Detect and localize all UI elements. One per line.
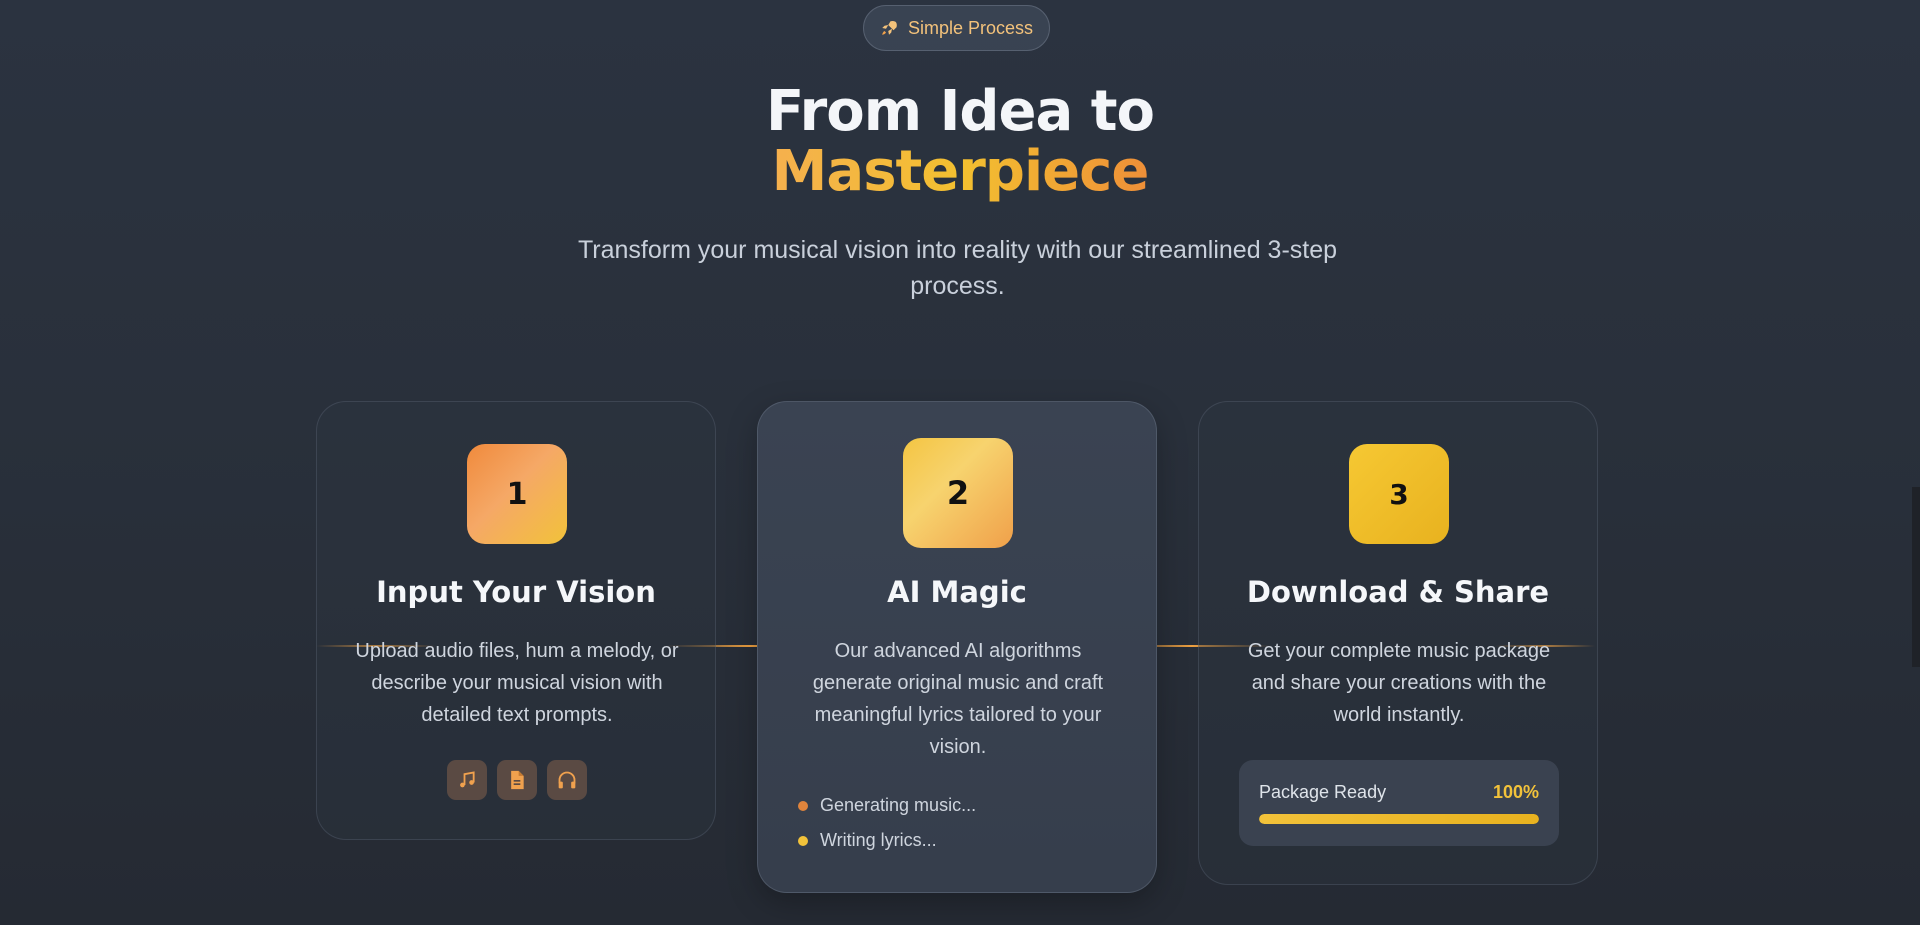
- package-label: Package Ready: [1259, 782, 1387, 802]
- page-scrollbar[interactable]: [1912, 487, 1920, 667]
- heading-highlight: Masterpiece: [771, 139, 1150, 204]
- status-label: Writing lyrics...: [820, 830, 937, 850]
- status-dot: [798, 835, 808, 846]
- step-number-3: 3: [1349, 444, 1449, 544]
- status-writing-lyrics: Writing lyrics...: [798, 830, 937, 851]
- music-note-icon[interactable]: [447, 760, 487, 800]
- package-progress-track: [1259, 814, 1539, 824]
- process-section: Simple Process From Idea to Masterpiece …: [0, 0, 1920, 925]
- step-card-3: 3 Download & Share Get your complete mus…: [1198, 401, 1598, 885]
- step-card-1: 1 Input Your Vision Upload audio files, …: [316, 401, 716, 840]
- step-description-2: Our advanced AI algorithms generate orig…: [812, 640, 1104, 758]
- package-percent: 100%: [1492, 782, 1539, 802]
- section-subtitle: Transform your musical vision into reali…: [577, 236, 1338, 300]
- headphones-icon[interactable]: [547, 760, 587, 800]
- heading-line-1: From Idea to: [765, 79, 1155, 144]
- step-description-3: Get your complete music package and shar…: [1247, 640, 1551, 726]
- step-title-3: Download & Share: [1246, 575, 1550, 609]
- step-number-1: 1: [467, 444, 567, 544]
- status-dot: [798, 800, 808, 811]
- input-type-icons: [447, 760, 587, 800]
- step-title-2: AI Magic: [887, 575, 1027, 609]
- simple-process-badge: Simple Process: [863, 5, 1050, 51]
- step-card-2: 2 AI Magic Our advanced AI algorithms ge…: [757, 401, 1157, 893]
- package-progress-fill: [1259, 814, 1539, 824]
- badge-label: Simple Process: [907, 17, 1034, 38]
- step-number-2: 2: [903, 438, 1013, 548]
- section-heading: From Idea to Masterpiece: [0, 82, 1920, 202]
- status-generating-music: Generating music...: [798, 795, 976, 816]
- step-description-1: Upload audio files, hum a melody, or des…: [355, 640, 679, 726]
- rocket-icon: [880, 19, 898, 37]
- package-status-panel: Package Ready 100%: [1239, 760, 1559, 846]
- step-title-1: Input Your Vision: [376, 575, 656, 609]
- document-icon[interactable]: [497, 760, 537, 800]
- status-label: Generating music...: [820, 795, 977, 815]
